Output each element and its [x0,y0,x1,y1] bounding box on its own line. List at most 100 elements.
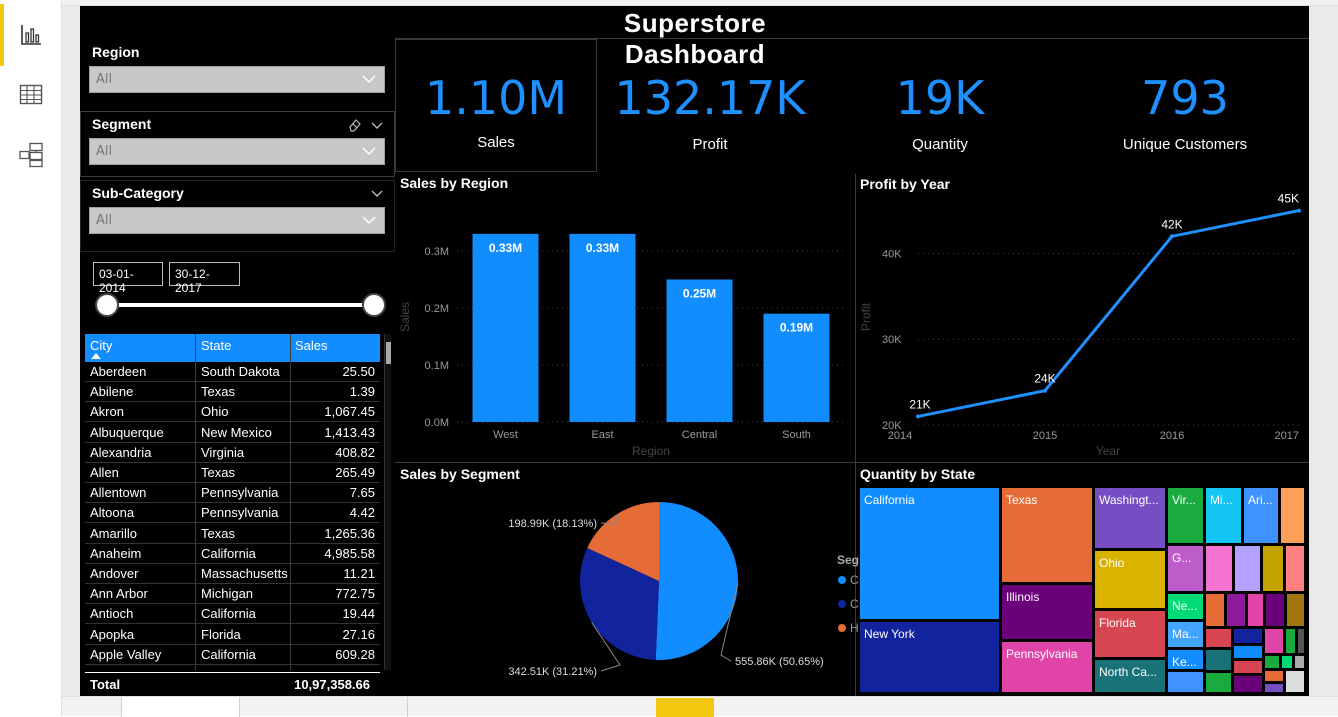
table-row[interactable]: Allentown Pennsylvania 7.65 [85,483,380,504]
treemap-tile[interactable]: Vir... [1167,487,1204,544]
line-point[interactable] [1043,388,1047,393]
date-start-input[interactable]: 03-01-2014 [93,262,163,295]
treemap-tile[interactable] [1280,487,1305,544]
scrollbar-thumb[interactable] [386,342,391,364]
treemap-tile[interactable] [1167,671,1204,693]
date-slider-end-handle[interactable] [362,293,386,317]
model-view-button[interactable] [14,138,48,172]
table-row[interactable]: Anaheim California 4,985.58 [85,544,380,564]
chevron-down-icon[interactable] [371,188,383,200]
table-row[interactable]: Apopka Florida 27.16 [85,625,380,645]
treemap-label: North Ca... [1099,665,1158,679]
line-point[interactable] [916,414,920,419]
y-axis-label: Sales [398,302,412,332]
page-nav-area[interactable] [62,697,122,717]
cell-city: Andover [90,566,139,581]
eraser-icon[interactable] [348,118,362,132]
header-city[interactable]: City [90,338,112,353]
treemap-tile[interactable]: Mi... [1205,487,1242,544]
subcategory-dropdown[interactable]: All [89,207,385,234]
treemap-tile[interactable] [1262,545,1284,592]
treemap-tile[interactable]: California [859,487,1000,620]
treemap-tile[interactable] [1297,628,1305,654]
treemap-tile[interactable] [1281,655,1293,669]
legend-marker [838,624,846,632]
line-point[interactable] [1297,208,1301,213]
profit-line[interactable] [917,209,1300,418]
treemap-tile[interactable] [1205,649,1232,671]
treemap-tile[interactable]: New York [859,621,1000,693]
treemap-tile[interactable] [1233,675,1263,693]
treemap-tile[interactable] [1233,660,1263,674]
treemap-tile[interactable]: Texas [1001,487,1093,583]
table-row[interactable]: Antioch California 19.44 [85,604,380,625]
bar-east[interactable] [569,233,636,422]
treemap-tile[interactable]: Florida [1094,610,1166,658]
table-row[interactable]: Aberdeen South Dakota 25.50 [85,362,380,382]
table-row[interactable]: Alexandria Virginia 408.82 [85,443,380,463]
treemap-tile[interactable]: North Ca... [1094,659,1166,693]
treemap-tile[interactable] [1285,545,1305,592]
page-tab-active[interactable] [122,697,240,717]
treemap-tile[interactable]: G... [1167,545,1204,592]
report-view-button[interactable] [14,18,48,52]
segment-dropdown[interactable]: All [89,138,385,165]
treemap-label: California [864,493,915,507]
treemap-tile[interactable]: Ne... [1167,593,1204,620]
line-point[interactable] [1170,234,1174,239]
table-row[interactable]: Amarillo Texas 1,265.36 [85,524,380,544]
data-view-button[interactable] [14,78,48,112]
page-tab[interactable] [240,697,408,717]
treemap-tile[interactable]: Pennsylvania [1001,641,1093,693]
cell-city: Allen [90,465,119,480]
treemap-tile[interactable] [1233,628,1263,644]
treemap-tile[interactable] [1265,593,1285,627]
y-tick-label: 30K [882,334,902,346]
treemap-tile[interactable]: Ma... [1167,621,1204,648]
treemap-tile[interactable] [1286,593,1305,627]
table-row[interactable]: Abilene Texas 1.39 [85,382,380,403]
treemap-tile[interactable] [1264,655,1280,669]
table-row[interactable]: Albuquerque New Mexico 1,413.43 [85,423,380,443]
table-scrollbar[interactable] [384,334,391,670]
region-dropdown[interactable]: All [89,66,385,93]
bar-west[interactable] [472,233,539,422]
bar-central[interactable] [666,279,733,423]
treemap-tile[interactable] [1247,593,1264,627]
treemap-label: Pennsylvania [1006,647,1078,661]
treemap-tile[interactable]: Ari... [1243,487,1279,544]
treemap-tile[interactable]: Illinois [1001,584,1093,640]
treemap-tile[interactable] [1234,545,1261,592]
treemap-tile[interactable] [1285,670,1305,693]
header-sales[interactable]: Sales [295,338,328,353]
treemap-tile[interactable] [1285,628,1296,654]
add-page-button[interactable] [656,698,714,717]
table-row[interactable]: Allen Texas 265.49 [85,463,380,483]
treemap-tile[interactable] [1264,628,1284,654]
treemap-tile[interactable] [1264,670,1284,682]
treemap-tile[interactable]: Ohio [1094,550,1166,609]
treemap-tile[interactable] [1294,655,1305,669]
date-end-input[interactable]: 30-12-2017 [169,262,240,295]
treemap-tile[interactable] [1205,593,1225,627]
table-row[interactable]: Andover Massachusetts 11.21 [85,564,380,584]
treemap-tile[interactable]: Washingt... [1094,487,1166,549]
treemap-tile[interactable] [1205,628,1232,648]
treemap-tile[interactable] [1205,672,1232,693]
chevron-down-icon [362,216,376,225]
table-row[interactable]: Altoona Pennsylvania 4.42 [85,503,380,524]
page-tabs-bar [62,696,1338,717]
treemap-tile[interactable] [1226,593,1246,627]
cell-state: California [201,545,256,561]
header-state[interactable]: State [201,338,231,353]
treemap-tile[interactable] [1233,645,1263,659]
treemap-tile[interactable] [1264,683,1284,693]
treemap-tile[interactable] [1205,545,1233,592]
chevron-down-icon[interactable] [371,120,383,132]
table-row[interactable]: Apple Valley California 609.28 [85,645,380,665]
table-row[interactable]: Akron Ohio 1,067.45 [85,402,380,423]
date-slider-start-handle[interactable] [95,293,119,317]
treemap-tile[interactable]: Ke... [1167,649,1204,670]
table-row[interactable]: Ann Arbor Michigan 772.75 [85,584,380,605]
date-slider-track[interactable] [106,303,374,307]
